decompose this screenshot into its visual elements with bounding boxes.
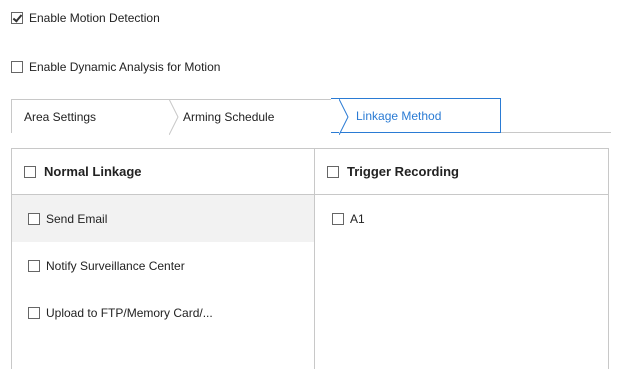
list-item-upload-ftp[interactable]: Upload to FTP/Memory Card/...	[12, 289, 314, 336]
normal-linkage-column: Normal Linkage Send Email Notify Surveil…	[12, 149, 315, 369]
enable-dynamic-analysis-label: Enable Dynamic Analysis for Motion	[29, 60, 221, 74]
enable-motion-detection-option[interactable]: Enable Motion Detection	[11, 11, 160, 25]
upload-ftp-label: Upload to FTP/Memory Card/...	[46, 305, 213, 320]
a1-label: A1	[350, 211, 365, 226]
send-email-label: Send Email	[46, 211, 108, 226]
notify-surveillance-center-label: Notify Surveillance Center	[46, 258, 185, 273]
notify-surveillance-center-checkbox[interactable]	[28, 259, 40, 272]
trigger-recording-column: Trigger Recording A1	[315, 149, 608, 369]
list-item-notify-surveillance-center[interactable]: Notify Surveillance Center	[12, 242, 314, 289]
tab-arming-schedule[interactable]: Arming Schedule	[161, 99, 349, 135]
enable-motion-detection-label: Enable Motion Detection	[29, 11, 160, 25]
tab-area-settings[interactable]: Area Settings	[11, 99, 179, 135]
enable-dynamic-analysis-option[interactable]: Enable Dynamic Analysis for Motion	[11, 60, 220, 74]
enable-dynamic-analysis-checkbox[interactable]	[11, 61, 23, 73]
list-item-send-email[interactable]: Send Email	[12, 195, 314, 242]
trigger-recording-select-all-checkbox[interactable]	[327, 165, 339, 178]
linkage-table: Normal Linkage Send Email Notify Surveil…	[11, 148, 609, 369]
normal-linkage-select-all-checkbox[interactable]	[24, 165, 36, 178]
settings-tab-bar: Area Settings Arming Schedule Linkage Me…	[11, 98, 611, 135]
normal-linkage-header[interactable]: Normal Linkage	[12, 149, 314, 195]
upload-ftp-checkbox[interactable]	[28, 306, 40, 319]
tab-arming-schedule-label: Arming Schedule	[183, 109, 275, 124]
a1-checkbox[interactable]	[332, 212, 344, 225]
tab-area-settings-label: Area Settings	[24, 109, 97, 124]
tab-linkage-method-label: Linkage Method	[356, 108, 442, 123]
trigger-recording-header[interactable]: Trigger Recording	[315, 149, 608, 195]
trigger-recording-header-label: Trigger Recording	[347, 164, 459, 179]
enable-motion-detection-checkbox[interactable]	[11, 12, 23, 24]
tab-linkage-method[interactable]: Linkage Method	[331, 98, 501, 133]
list-item-a1[interactable]: A1	[315, 195, 608, 242]
send-email-checkbox[interactable]	[28, 212, 40, 225]
normal-linkage-header-label: Normal Linkage	[44, 164, 142, 179]
